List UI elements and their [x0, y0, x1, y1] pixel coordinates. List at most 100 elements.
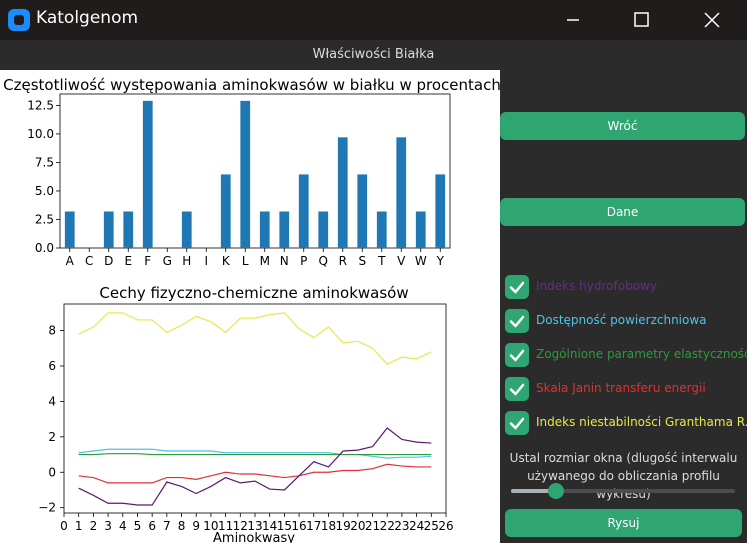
- close-icon: [704, 12, 720, 28]
- x-tick-label: 24: [409, 519, 424, 533]
- x-tick-label: Y: [436, 254, 445, 268]
- data-button[interactable]: Dane: [500, 198, 745, 226]
- maximize-icon: [634, 12, 649, 27]
- x-tick-label: 0: [60, 519, 68, 533]
- x-tick-label: 5: [134, 519, 142, 533]
- bar-T: [376, 211, 387, 248]
- bar-L: [240, 100, 251, 248]
- checkmark-icon: [509, 349, 525, 362]
- x-tick-label: P: [300, 254, 307, 268]
- bar-Y: [435, 174, 446, 248]
- maximize-button[interactable]: [619, 0, 665, 40]
- checkmark-icon: [509, 281, 525, 294]
- x-tick-label: 25: [424, 519, 439, 533]
- bar-E: [123, 211, 134, 248]
- y-tick-label: 4: [48, 394, 56, 408]
- x-tick-label: K: [222, 254, 231, 268]
- bar-D: [103, 211, 114, 248]
- x-tick-label: 6: [148, 519, 156, 533]
- window-size-slider[interactable]: [511, 489, 735, 493]
- x-tick-label: L: [242, 254, 249, 268]
- checkbox-box[interactable]: [505, 309, 529, 333]
- plot-area: Częstotliwość występowania aminokwasów w…: [0, 70, 500, 543]
- x-tick-label: 20: [350, 519, 365, 533]
- checkbox-box[interactable]: [505, 411, 529, 435]
- y-tick-label: 12.5: [27, 98, 54, 112]
- bar-P: [298, 174, 309, 248]
- x-tick-label: 9: [192, 519, 200, 533]
- checkmark-icon: [509, 315, 525, 328]
- close-button[interactable]: [689, 0, 735, 40]
- checkbox-box[interactable]: [505, 343, 529, 367]
- draw-button[interactable]: Rysuj: [505, 509, 742, 537]
- window-size-label: Ustal rozmiar okna (dlugość interwalu uż…: [509, 451, 738, 501]
- page-header: Właściwości Białka: [0, 40, 747, 70]
- bar-S: [357, 174, 368, 248]
- minimize-button[interactable]: [550, 0, 596, 40]
- y-tick-label: 0: [48, 465, 56, 479]
- x-tick-label: I: [204, 254, 208, 268]
- checkbox-box[interactable]: [505, 377, 529, 401]
- bar-H: [181, 211, 192, 248]
- x-tick-label: N: [280, 254, 289, 268]
- x-tick-label: 7: [163, 519, 171, 533]
- back-button[interactable]: Wróć: [500, 112, 745, 140]
- x-tick-label: 21: [365, 519, 380, 533]
- x-tick-label: 3: [104, 519, 112, 533]
- charts-canvas: Częstotliwość występowania aminokwasów w…: [3, 76, 500, 543]
- x-tick-label: M: [260, 254, 270, 268]
- slider-handle[interactable]: [547, 483, 564, 499]
- x-tick-label: Q: [319, 254, 328, 268]
- bar-R: [337, 137, 348, 248]
- x-tick-label: 22: [380, 519, 395, 533]
- bar-Q: [318, 211, 329, 248]
- x-tick-label: 4: [119, 519, 127, 533]
- checkbox-box[interactable]: [505, 275, 529, 299]
- checkbox-label: Zogólnione parametry elastyczności: [536, 347, 747, 361]
- checkmark-icon: [509, 383, 525, 396]
- bar-N: [279, 211, 290, 248]
- x-tick-label: 1: [75, 519, 83, 533]
- checkmark-icon: [509, 417, 525, 430]
- window-title: Katolgenom: [36, 8, 139, 28]
- y-tick-label: 6: [48, 359, 56, 373]
- checkbox-label: Skala Janin transferu energii: [536, 381, 706, 395]
- bar-V: [396, 137, 407, 248]
- bar-M: [259, 211, 270, 248]
- x-tick-label: H: [182, 254, 191, 268]
- x-tick-label: W: [415, 254, 427, 268]
- x-tick-label: T: [377, 254, 386, 268]
- checkbox-label: Indeks hydrofobowy: [536, 279, 657, 293]
- x-tick-label: C: [85, 254, 93, 268]
- x-tick-label: V: [397, 254, 406, 268]
- bar-W: [415, 211, 426, 248]
- x-tick-label: 26: [438, 519, 453, 533]
- line-chart-xlabel: Aminokwasy: [213, 531, 295, 543]
- x-tick-label: A: [66, 254, 75, 268]
- y-tick-label: 2: [48, 430, 56, 444]
- minimize-icon: [567, 19, 579, 21]
- checkbox-label: Indeks niestabilności Granthama R.: [536, 415, 747, 429]
- x-tick-label: G: [163, 254, 172, 268]
- checkbox-label: Dostępność powierzchniowa: [536, 313, 707, 327]
- series-line-2: [78, 453, 432, 456]
- bar-chart-title: Częstotliwość występowania aminokwasów w…: [3, 76, 500, 94]
- x-tick-label: F: [144, 254, 151, 268]
- y-tick-label: −2: [38, 501, 56, 515]
- y-tick-label: 10.0: [27, 127, 54, 141]
- bar-F: [142, 100, 153, 248]
- series-line-3: [78, 463, 432, 484]
- x-tick-label: D: [104, 254, 113, 268]
- x-tick-label: 8: [178, 519, 186, 533]
- line-chart: 0 1 2 3 4 5 6 7 8 9 10 11 12 13 14 15 16 17 18 19 20 21 22 23 24…: [38, 303, 454, 533]
- y-tick-label: 2.5: [35, 212, 54, 226]
- bar-chart: A C D E F G H I K L M N P Q R S T V W Y 0.0 2.5 5.0 7.5 10.0 12.5: [27, 93, 451, 268]
- series-line-0: [78, 312, 432, 365]
- app-logo-icon: [8, 9, 30, 31]
- x-tick-label: S: [358, 254, 366, 268]
- y-tick-label: 7.5: [35, 155, 54, 169]
- title-bar: Katolgenom: [0, 0, 747, 40]
- bar-A: [64, 211, 75, 248]
- bar-plot-frame: [59, 93, 451, 249]
- x-tick-label: 17: [306, 519, 321, 533]
